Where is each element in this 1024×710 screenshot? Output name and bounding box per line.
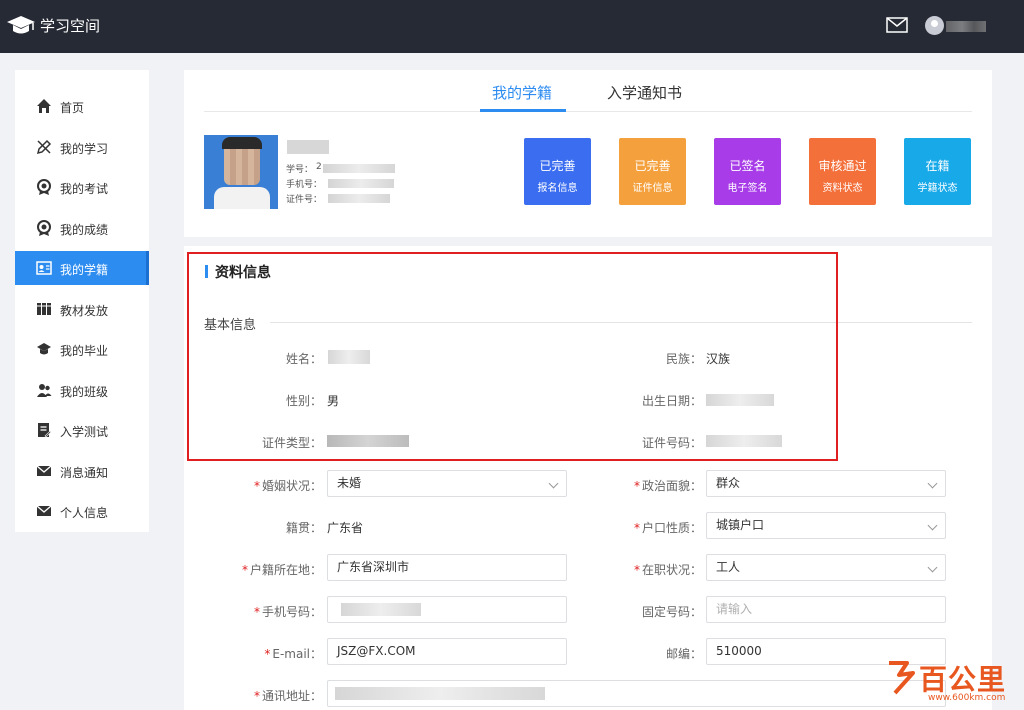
chevron-down-icon (927, 478, 938, 489)
mail-icon (36, 505, 52, 516)
mobile-blurred (341, 603, 421, 616)
active-tab-indicator (480, 109, 566, 112)
sidebar-item-enrollment[interactable]: 我的学籍 (15, 251, 149, 285)
chevron-down-icon (927, 562, 938, 573)
sidebar-item-label: 个人信息 (60, 506, 109, 520)
postcode-label: 邮编： (665, 647, 702, 661)
landline-label: 固定号码： (641, 605, 702, 619)
watermark-text: 百公里 (919, 663, 1007, 696)
sidebar-item-label: 教材发放 (60, 304, 109, 318)
native-place-value: 广东省 (327, 521, 364, 535)
id-label: 证件号： (286, 195, 323, 205)
mail-icon[interactable] (886, 16, 908, 34)
mail-icon (36, 465, 52, 476)
sidebar-item-study[interactable]: 我的学习 (15, 130, 149, 164)
graduation-cap-icon (7, 16, 35, 34)
graduation-cap-icon (37, 343, 51, 355)
student-photo (204, 135, 278, 209)
address-blurred (335, 687, 545, 700)
sidebar-item-messages[interactable]: 消息通知 (15, 454, 149, 488)
chevron-down-icon (548, 478, 559, 489)
id-card-icon (36, 261, 52, 275)
mobile-label: * 手机号码： (253, 605, 322, 619)
status-registration: 已完善 报名信息 (524, 138, 591, 205)
phone-blurred (328, 179, 394, 188)
watermark-url: www.600km.com (928, 693, 1006, 703)
books-icon (37, 303, 51, 315)
mobile-input[interactable] (327, 596, 567, 623)
sidebar-item-exam[interactable]: 我的考试 (15, 170, 149, 204)
sidebar-item-score[interactable]: 我的成绩 (15, 211, 149, 245)
marital-status-label: * 婚姻状况： (253, 479, 322, 493)
sidebar-item-label: 我的成绩 (60, 223, 109, 237)
chevron-down-icon (927, 520, 938, 531)
job-status-select[interactable]: 工人 (706, 554, 946, 581)
sidebar-item-textbooks[interactable]: 教材发放 (15, 292, 149, 326)
tab-enrollment[interactable]: 我的学籍 (492, 82, 552, 103)
hukou-location-label: * 户籍所在地： (241, 563, 322, 577)
home-icon (37, 99, 51, 113)
status-certificate: 已完善 证件信息 (619, 138, 686, 205)
sidebar-item-profile[interactable]: 个人信息 (15, 494, 149, 528)
profile-info-card: 资料信息 基本信息 姓名： 民族： 汉族 性别： 男 出生日期： 证件类型： 证… (184, 246, 992, 710)
political-status-label: * 政治面貌： (633, 479, 702, 493)
clipboard-icon (38, 423, 52, 438)
username-blurred[interactable] (946, 21, 986, 32)
sidebar-item-label: 我的毕业 (60, 344, 109, 358)
sidebar-item-label: 我的考试 (60, 182, 109, 196)
sidebar-item-label: 我的学籍 (60, 263, 109, 277)
tab-bar: 我的学籍 入学通知书 (204, 70, 972, 112)
logo[interactable]: 学习空间 (6, 14, 100, 36)
hukou-location-input[interactable]: 广东省深圳市 (327, 554, 567, 581)
phone-label: 手机号： (286, 180, 323, 190)
student-name-blurred (287, 140, 329, 154)
sidebar-item-class[interactable]: 我的班级 (15, 373, 149, 407)
political-status-select[interactable]: 群众 (706, 470, 946, 497)
sidebar-item-label: 我的班级 (60, 385, 109, 399)
sidebar-item-label: 消息通知 (60, 466, 109, 480)
address-input[interactable] (327, 680, 946, 707)
sidebar-item-graduation[interactable]: 我的毕业 (15, 332, 149, 366)
landline-input[interactable]: 请输入 (706, 596, 946, 623)
highlight-box (187, 252, 838, 461)
sidebar-item-entrance-test[interactable]: 入学测试 (15, 413, 149, 447)
watermark-logo-icon (889, 661, 915, 695)
top-bar: 学习空间 (0, 0, 1024, 53)
hukou-type-label: * 户口性质： (633, 521, 702, 535)
id-blurred (328, 194, 390, 203)
medal-icon (37, 220, 51, 236)
status-review: 审核通过 资料状态 (809, 138, 876, 205)
status-signature: 已签名 电子签名 (714, 138, 781, 205)
student-no-blurred (323, 164, 395, 173)
sidebar-item-label: 首页 (60, 101, 85, 115)
email-label: * E-mail： (264, 647, 322, 661)
marital-status-select[interactable]: 未婚 (327, 470, 567, 497)
pencil-ruler-icon (36, 139, 52, 155)
hukou-type-select[interactable]: 城镇户口 (706, 512, 946, 539)
medal-icon (37, 179, 51, 195)
sidebar: 首页 我的学习 我的考试 我的成绩 我的学籍 教材发放 我的毕业 我的班级 入学… (15, 70, 149, 532)
student-no-label: 学号： (286, 165, 314, 175)
native-place-label: 籍贯： (285, 521, 322, 535)
avatar[interactable] (925, 16, 944, 35)
people-icon (37, 384, 52, 397)
tab-admission-notice[interactable]: 入学通知书 (607, 82, 682, 103)
address-label: * 通讯地址： (253, 689, 322, 703)
sidebar-item-label: 入学测试 (60, 425, 109, 439)
sidebar-item-label: 我的学习 (60, 142, 109, 156)
student-no-prefix: 2 (316, 162, 322, 172)
job-status-label: * 在职状况： (633, 563, 702, 577)
email-input[interactable]: JSZ@FX.COM (327, 638, 567, 665)
enrollment-summary-card: 我的学籍 入学通知书 学号： 2 手机号： 证件号： 已完善 报名信息 已完善 证件… (184, 70, 992, 237)
app-title: 学习空间 (40, 16, 101, 35)
status-enrollment: 在籍 学籍状态 (904, 138, 971, 205)
sidebar-item-home[interactable]: 首页 (15, 89, 149, 123)
